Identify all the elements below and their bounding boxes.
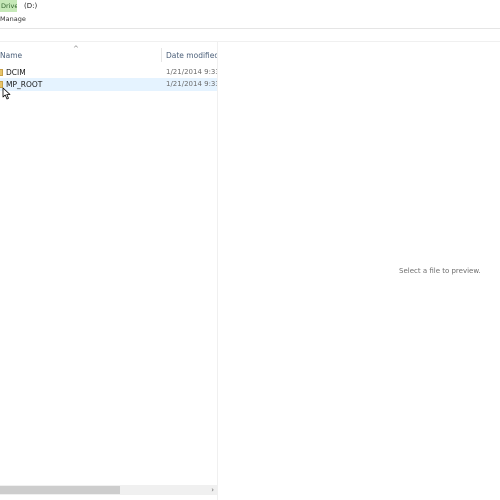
scrollbar-thumb[interactable] (0, 486, 120, 494)
file-explorer-window: Drive Tools (D:) Manage ^ Name Date modi… (0, 0, 500, 500)
preview-pane: Select a file to preview. (218, 42, 500, 500)
column-header-row: ^ Name Date modified (0, 42, 219, 64)
file-list: DCIM 1/21/2014 9:33 PM MP_ROOT 1/21/2014… (0, 64, 217, 484)
scroll-right-icon[interactable]: › (211, 485, 214, 495)
ribbon-command-row: Manage (0, 12, 500, 29)
folder-icon (0, 69, 3, 76)
column-header-name[interactable]: Name (0, 51, 22, 60)
column-divider[interactable] (161, 48, 162, 62)
mouse-cursor-icon (2, 87, 11, 100)
ribbon-tab-strip: Drive Tools (D:) (0, 0, 500, 12)
tab-manage[interactable]: Manage (0, 15, 26, 23)
file-name: DCIM (6, 68, 26, 77)
list-item-selected[interactable]: MP_ROOT 1/21/2014 9:33 PM (0, 78, 217, 91)
window-title: (D:) (24, 2, 38, 10)
column-header-date-modified[interactable]: Date modified (166, 51, 219, 60)
address-bar[interactable] (0, 29, 500, 42)
tab-drive-tools[interactable]: Drive Tools (0, 0, 17, 12)
file-date-modified: 1/21/2014 9:33 PM (166, 80, 217, 88)
horizontal-scrollbar[interactable]: › (0, 485, 217, 495)
file-date-modified: 1/21/2014 9:33 PM (166, 68, 217, 76)
preview-placeholder-text: Select a file to preview. (399, 267, 481, 275)
sort-ascending-icon: ^ (73, 45, 79, 53)
